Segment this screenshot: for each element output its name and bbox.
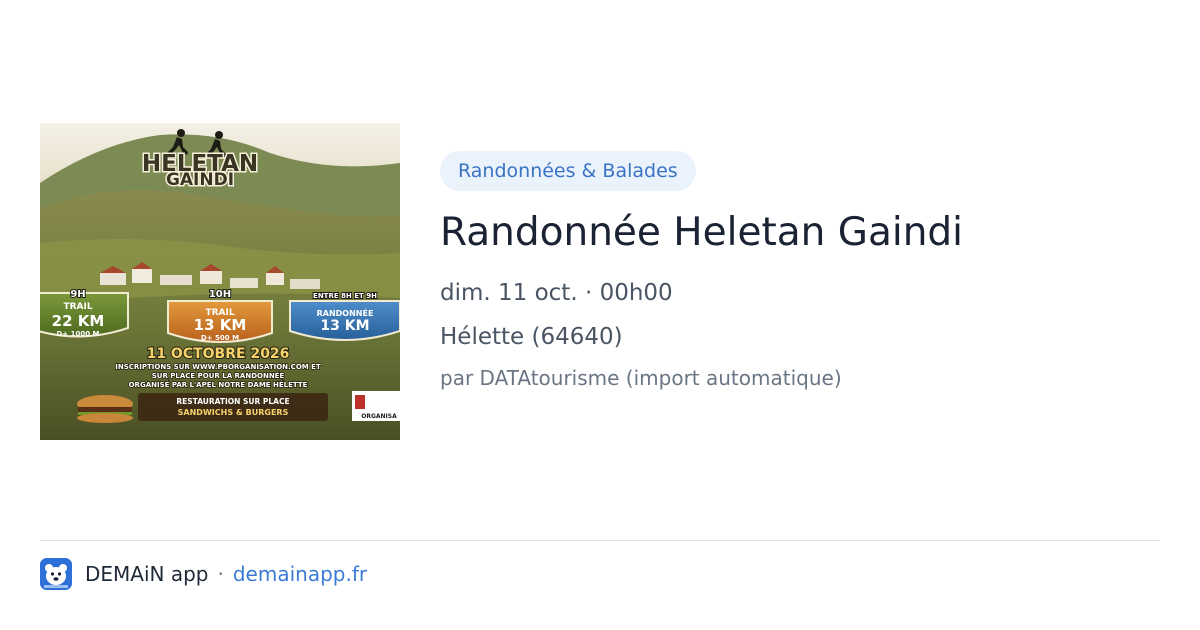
badge-type: TRAIL: [63, 302, 92, 312]
sponsor-text: ORGANISA: [361, 413, 397, 420]
poster-info-line2: SUR PLACE POUR LA RANDONNÉE: [152, 371, 285, 380]
poster-food-line1: RESTAURATION SUR PLACE: [176, 397, 289, 406]
event-location: Hélette (64640): [440, 324, 623, 350]
poster-info-line1: INSCRIPTIONS SUR WWW.PBORGANISATION.COM …: [115, 363, 321, 371]
poster-food-banner: RESTAURATION SUR PLACE SANDWICHS & BURGE…: [138, 393, 328, 421]
sponsor-logo: ORGANISA: [352, 391, 400, 421]
badge-time: ENTRE 8H ET 9H: [313, 292, 377, 300]
badge-distance: 13 KM: [320, 318, 369, 334]
badge-elevation: D+ 500 M: [201, 334, 239, 342]
badge-time: 9H: [70, 289, 85, 300]
poster-info-line3: ORGANISÉ PAR L'APEL NOTRE DAME HÉLETTE: [129, 380, 308, 389]
app-website-link[interactable]: demainapp.fr: [233, 562, 367, 586]
footer: DEMAiN app · demainapp.fr: [40, 558, 367, 590]
event-details: Randonnées & Balades Randonnée Heletan G…: [440, 151, 1160, 393]
app-name: DEMAiN app: [85, 562, 209, 586]
badge-type: RANDONNÉE: [317, 307, 374, 318]
event-author: par DATAtourisme (import automatique): [440, 366, 842, 390]
event-poster-image[interactable]: HELETAN GAINDI 9H TRAIL 22 KM D+ 1000 M …: [40, 123, 400, 440]
footer-separator: ·: [217, 562, 224, 586]
event-date: dim. 11 oct. · 00h00: [440, 280, 673, 306]
badge-trail-22km: 9H TRAIL 22 KM D+ 1000 M: [40, 288, 129, 338]
footer-divider: [40, 540, 1160, 541]
burger-icon: [77, 395, 133, 423]
poster-food-line2: SANDWICHS & BURGERS: [178, 408, 289, 417]
poster-date: 11 OCTOBRE 2026: [147, 346, 290, 362]
badge-distance: 22 KM: [52, 312, 105, 330]
badge-distance: 13 KM: [194, 316, 247, 334]
badge-elevation: D+ 1000 M: [57, 330, 100, 338]
bear-face-icon[interactable]: [40, 558, 72, 590]
category-badge[interactable]: Randonnées & Balades: [440, 151, 696, 191]
event-title[interactable]: Randonnée Heletan Gaindi: [440, 209, 1160, 257]
poster-title-line2: GAINDI: [166, 170, 234, 190]
badge-time: 10H: [209, 289, 231, 300]
